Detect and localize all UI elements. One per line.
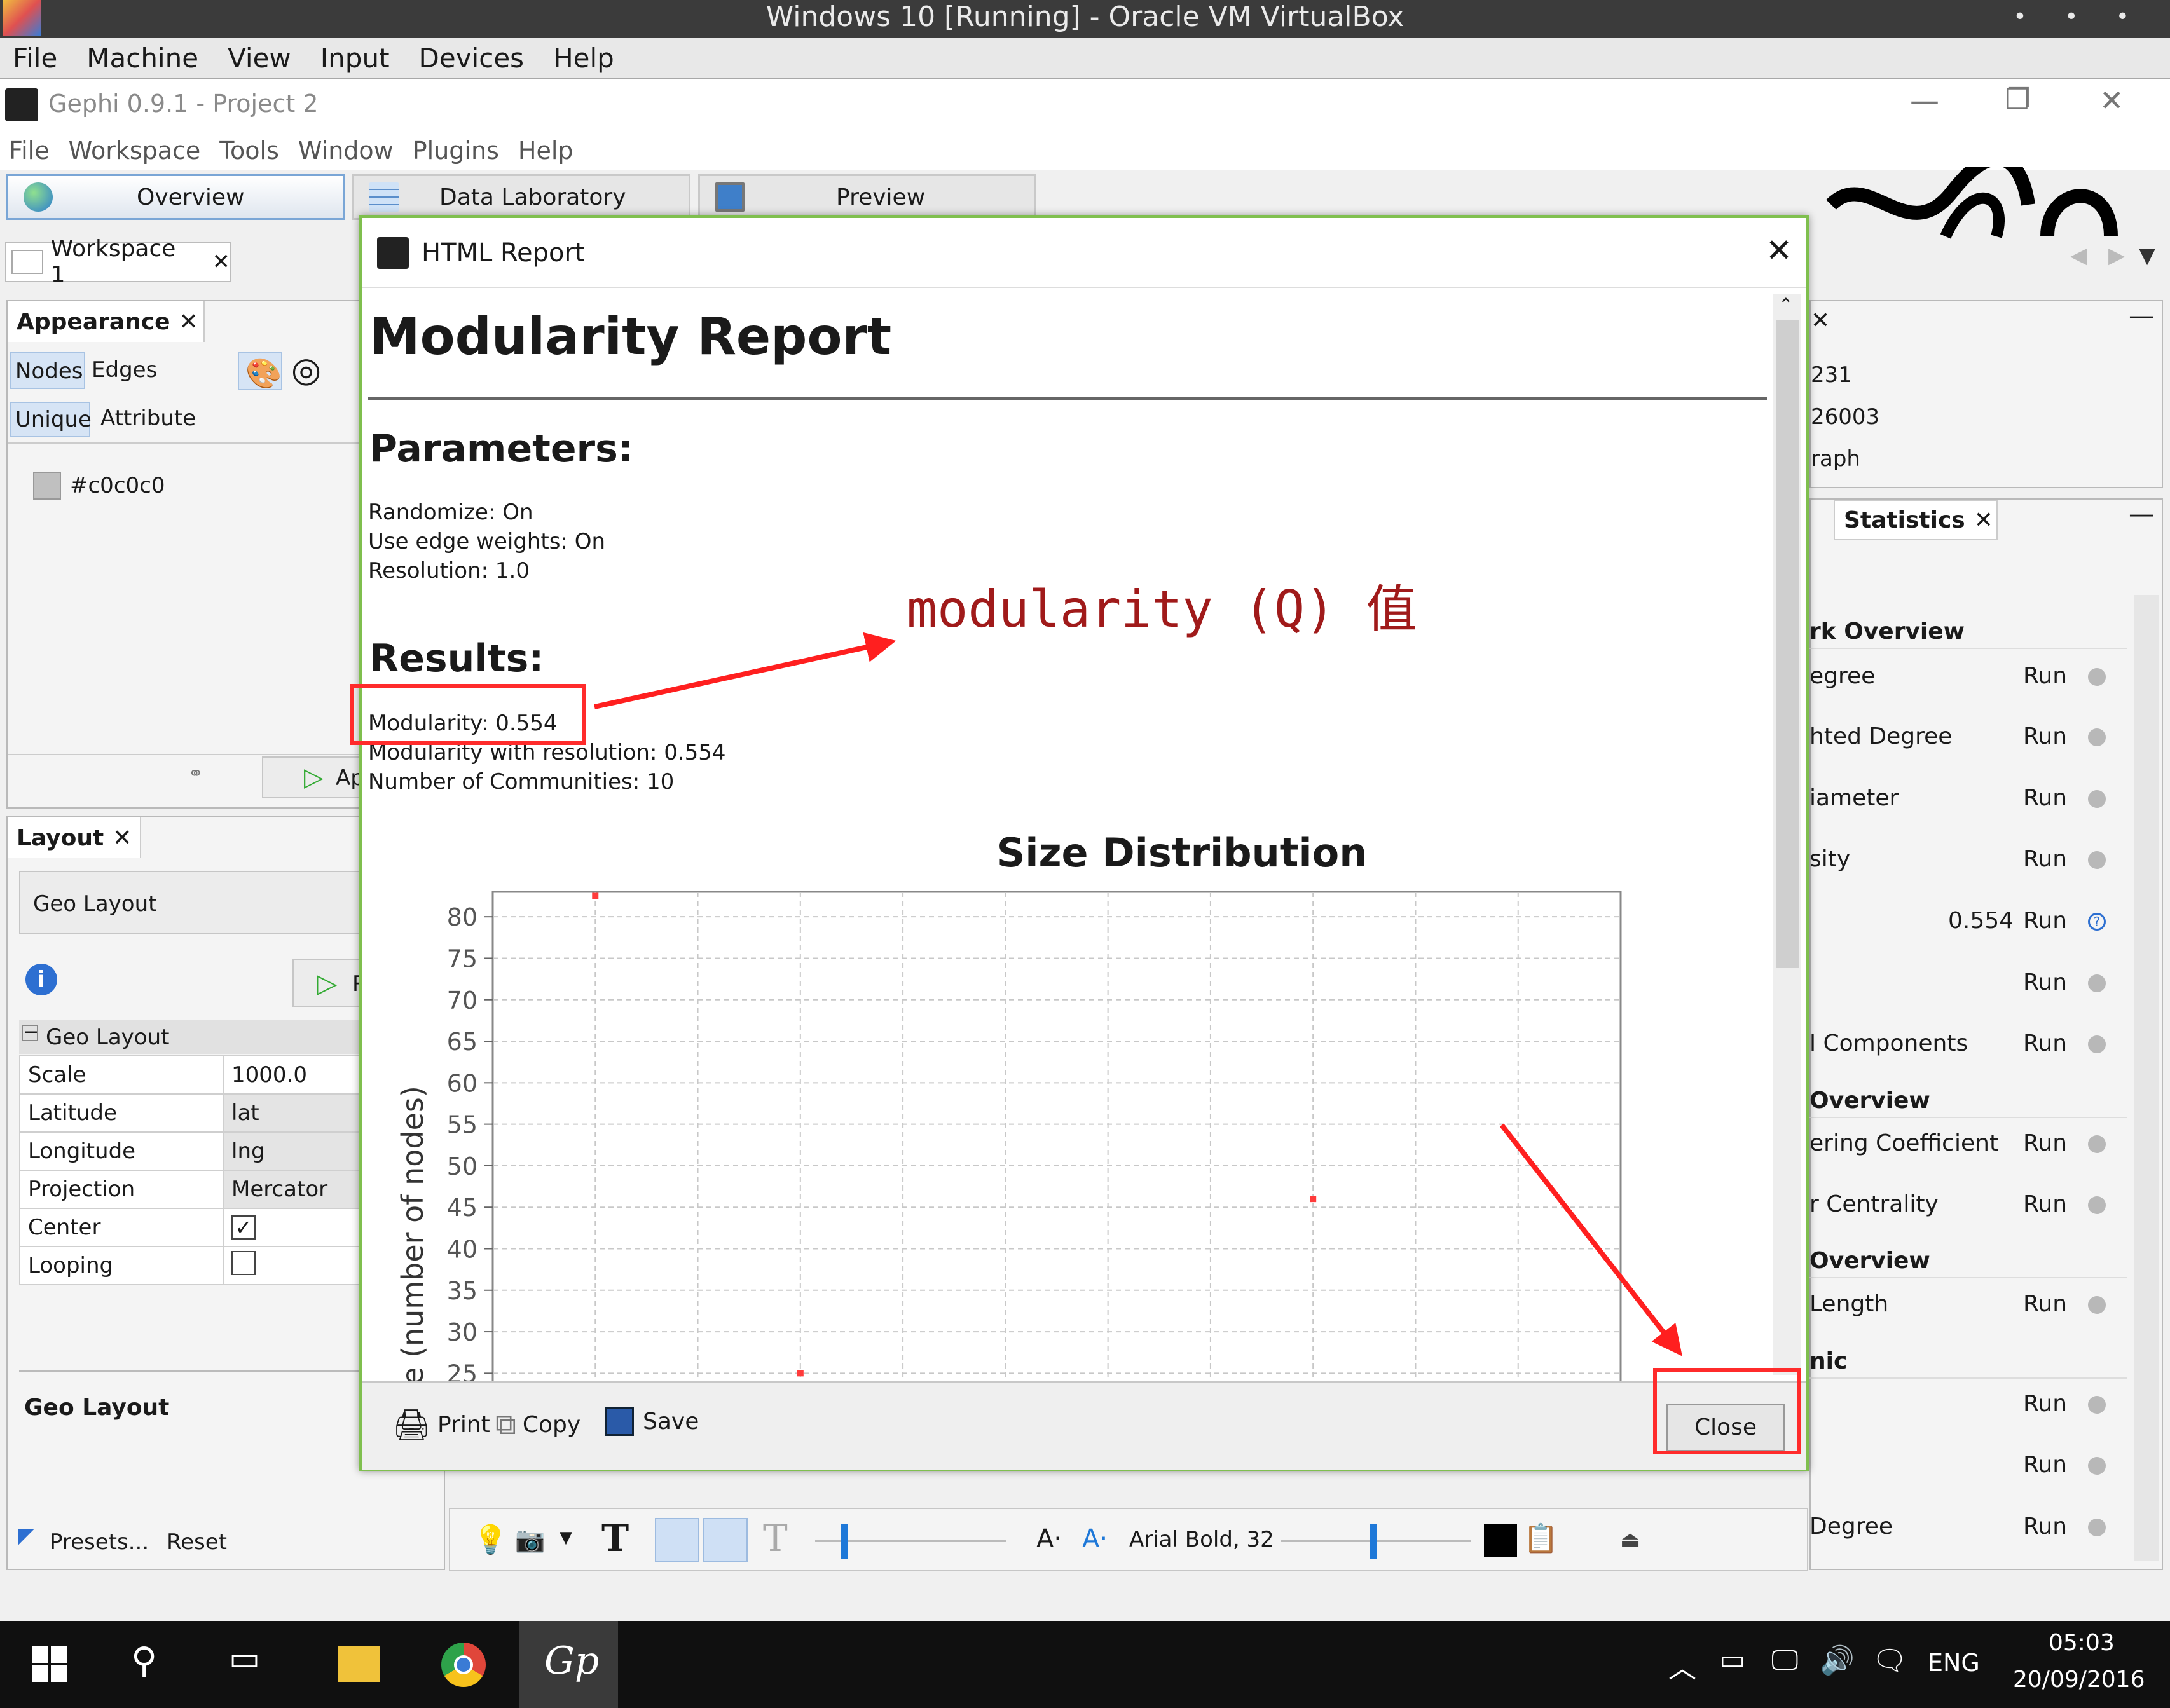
- annotation-label: modularity (Q) 值: [907, 580, 1417, 639]
- battery-icon[interactable]: ▭: [1719, 1644, 1746, 1676]
- gephi-taskbar-button[interactable]: Gp: [519, 1621, 618, 1708]
- volume-icon[interactable]: 🔊: [1820, 1644, 1855, 1677]
- arrow-to-close: [1499, 1123, 1682, 1356]
- task-view-icon[interactable]: ▭: [229, 1640, 260, 1678]
- clock-time[interactable]: 05:03: [2049, 1630, 2115, 1656]
- windows-taskbar: ⚲ ▭ Gp ︿ ▭ 🖵 🔊 🗨 ENG 05:03 20/09/2016: [0, 1621, 2170, 1708]
- start-button[interactable]: [32, 1646, 67, 1682]
- file-explorer-icon[interactable]: [338, 1646, 380, 1682]
- clock-date[interactable]: 20/09/2016: [2013, 1667, 2145, 1693]
- chrome-icon[interactable]: [441, 1643, 486, 1687]
- arrow-to-annotation: [594, 632, 896, 709]
- network-icon[interactable]: 🖵: [1771, 1644, 1798, 1676]
- tray-chevron-icon[interactable]: ︿: [1668, 1645, 1696, 1686]
- notification-icon[interactable]: 🗨: [1872, 1644, 1907, 1677]
- annotation-arrows: [594, 632, 1682, 1356]
- gephi-taskbar-icon: Gp: [544, 1639, 600, 1683]
- search-icon[interactable]: ⚲: [131, 1640, 157, 1681]
- language-indicator[interactable]: ENG: [1928, 1649, 1980, 1677]
